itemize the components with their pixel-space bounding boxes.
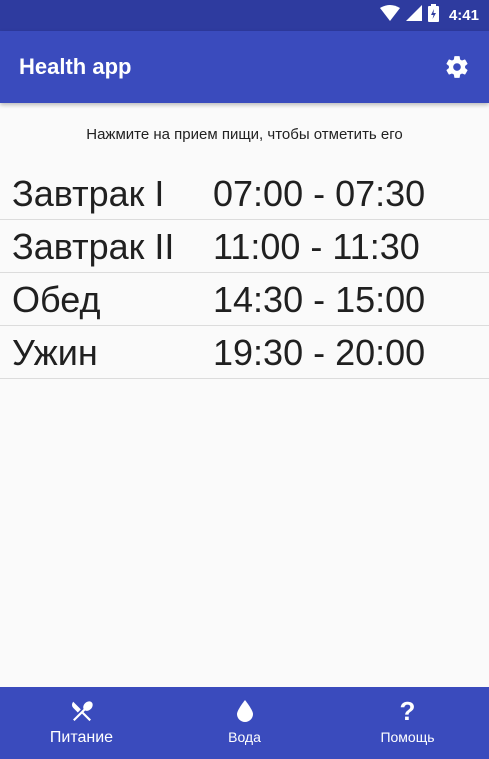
meal-name: Завтрак I — [12, 173, 165, 214]
nav-label: Помощь — [380, 729, 435, 745]
status-bar: 4:41 — [0, 0, 489, 31]
meal-row-lunch[interactable]: Обед 14:30 - 15:00 — [0, 273, 489, 326]
signal-icon — [405, 5, 422, 26]
nav-item-help[interactable]: ? Помощь — [326, 687, 489, 759]
meal-time: 14:30 - 15:00 — [213, 279, 426, 320]
instruction-text: Нажмите на прием пищи, чтобы отметить ег… — [86, 126, 403, 143]
meal-time: 11:00 - 11:30 — [213, 226, 420, 267]
nav-item-water[interactable]: Вода — [163, 687, 326, 759]
meal-name: Завтрак II — [12, 226, 175, 267]
nav-label: Питание — [49, 729, 114, 746]
bottom-navigation: Питание Вода ? Помощь — [0, 687, 489, 759]
settings-button[interactable] — [441, 51, 473, 83]
meal-name: Ужин — [12, 332, 98, 373]
meal-name: Обед — [12, 279, 101, 320]
gear-icon — [446, 56, 468, 78]
meal-row-breakfast-1[interactable]: Завтрак I 07:00 - 07:30 — [0, 167, 489, 220]
wifi-icon — [379, 5, 400, 26]
meal-row-breakfast-2[interactable]: Завтрак II 11:00 - 11:30 — [0, 220, 489, 273]
question-icon: ? — [399, 695, 416, 726]
fork-knife-icon — [69, 697, 95, 725]
nav-label: Вода — [228, 729, 261, 745]
water-drop-icon — [236, 697, 253, 725]
nav-item-nutrition[interactable]: Питание — [0, 687, 163, 759]
meal-time: 07:00 - 07:30 — [213, 173, 426, 214]
battery-icon — [427, 4, 439, 27]
meal-time: 19:30 - 20:00 — [213, 332, 426, 373]
app-bar: Health app — [0, 31, 489, 103]
status-time: 4:41 — [448, 7, 479, 24]
meal-row-dinner[interactable]: Ужин 19:30 - 20:00 — [0, 326, 489, 379]
meal-list: Завтрак I 07:00 - 07:30 Завтрак II 11:00… — [0, 167, 489, 379]
app-title: Health app — [19, 54, 132, 79]
